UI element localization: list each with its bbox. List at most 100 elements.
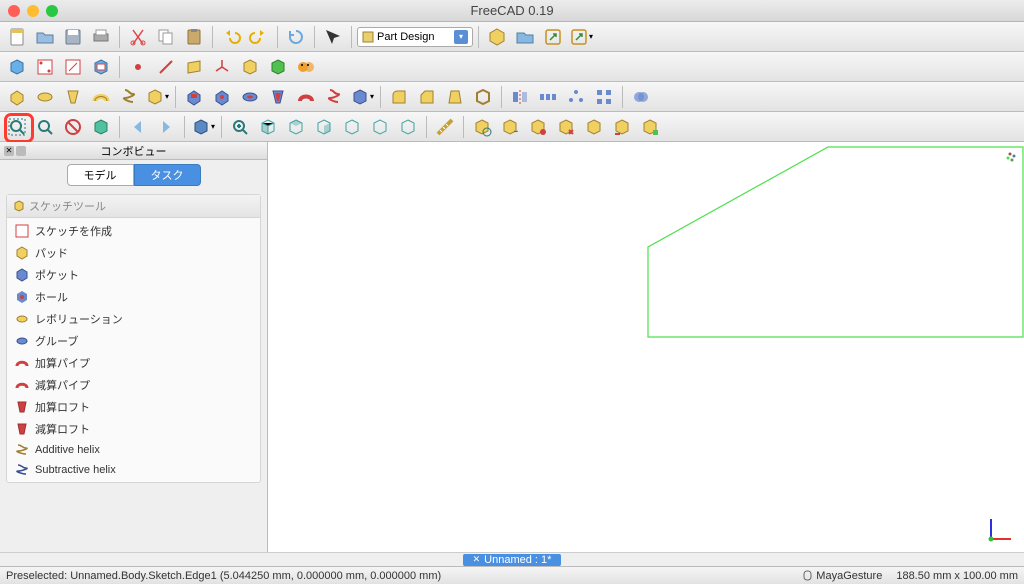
task-item-label: ポケット: [35, 267, 79, 283]
fillet-button[interactable]: [386, 84, 412, 110]
new-file-button[interactable]: [4, 24, 30, 50]
document-tab[interactable]: ✕ Unnamed : 1*: [463, 554, 562, 566]
pocket-button[interactable]: [181, 84, 207, 110]
datum-cs-button[interactable]: [209, 54, 235, 80]
paste-button[interactable]: [181, 24, 207, 50]
task-item-sketch[interactable]: スケッチを作成: [7, 220, 260, 242]
link-actions-button[interactable]: ▾: [568, 24, 594, 50]
task-item-sub-helix[interactable]: Subtractive helix: [7, 460, 260, 480]
additive-loft-button[interactable]: [60, 84, 86, 110]
draft-button[interactable]: [442, 84, 468, 110]
panel-close-icon[interactable]: ✕: [4, 146, 14, 156]
datum-point-button[interactable]: [125, 54, 151, 80]
datum-line-button[interactable]: [153, 54, 179, 80]
tab-model[interactable]: モデル: [67, 164, 134, 186]
measure-refresh-button[interactable]: [525, 114, 551, 140]
measure-toggle-delta-button[interactable]: [637, 114, 663, 140]
task-item-sub-pipe[interactable]: 減算パイプ: [7, 374, 260, 396]
subtractive-loft-button[interactable]: [265, 84, 291, 110]
zoom-in-button[interactable]: [227, 114, 253, 140]
draw-style-button[interactable]: [60, 114, 86, 140]
panel-float-icon[interactable]: [16, 146, 26, 156]
datum-plane-button[interactable]: [181, 54, 207, 80]
workbench-selector[interactable]: Part Design ▾: [357, 27, 473, 47]
task-item-revolution[interactable]: レボリューション: [7, 308, 260, 330]
print-button[interactable]: [88, 24, 114, 50]
additive-primitive-button[interactable]: ▾: [144, 84, 170, 110]
group-button[interactable]: [512, 24, 538, 50]
measure-distance-button[interactable]: [432, 114, 458, 140]
view-front-button[interactable]: [255, 114, 281, 140]
task-item-pad[interactable]: パッド: [7, 242, 260, 264]
view-right-button[interactable]: [311, 114, 337, 140]
task-item-hole[interactable]: ホール: [7, 286, 260, 308]
view-rear-button[interactable]: [339, 114, 365, 140]
multitransform-button[interactable]: [591, 84, 617, 110]
3d-viewport[interactable]: [268, 142, 1024, 552]
thickness-button[interactable]: [470, 84, 496, 110]
measure-angular-button[interactable]: [497, 114, 523, 140]
subshape-binder-button[interactable]: [265, 54, 291, 80]
measure-linear-button[interactable]: [469, 114, 495, 140]
task-section-header[interactable]: スケッチツール: [7, 195, 260, 218]
task-item-add-helix[interactable]: Additive helix: [7, 440, 260, 460]
body-button[interactable]: [4, 54, 30, 80]
copy-button[interactable]: [153, 24, 179, 50]
boolean-button[interactable]: [628, 84, 654, 110]
chamfer-button[interactable]: [414, 84, 440, 110]
subtractive-primitive-button[interactable]: ▾: [349, 84, 375, 110]
clone-button[interactable]: [293, 54, 319, 80]
nav-style-indicator[interactable]: MayaGesture: [802, 570, 882, 582]
task-item-add-pipe[interactable]: 加算パイプ: [7, 352, 260, 374]
link-make-button[interactable]: [540, 24, 566, 50]
view-left-button[interactable]: [395, 114, 421, 140]
revolution-button[interactable]: [32, 84, 58, 110]
nav-cube-icon[interactable]: [988, 148, 1018, 168]
shape-binder-button[interactable]: [237, 54, 263, 80]
task-item-add-loft[interactable]: 加算ロフト: [7, 396, 260, 418]
fit-all-button[interactable]: [4, 114, 30, 140]
pad-button[interactable]: [4, 84, 30, 110]
revolution-icon: [15, 312, 29, 326]
sub-pipe-icon: [15, 378, 29, 392]
subtractive-pipe-button[interactable]: [293, 84, 319, 110]
cube-icon: [13, 200, 25, 212]
tab-task[interactable]: タスク: [134, 164, 201, 186]
mirror-button[interactable]: [507, 84, 533, 110]
whats-this-button[interactable]: [320, 24, 346, 50]
linear-pattern-button[interactable]: [535, 84, 561, 110]
refresh-button[interactable]: [283, 24, 309, 50]
bounding-box-button[interactable]: [88, 114, 114, 140]
view-top-button[interactable]: [283, 114, 309, 140]
additive-pipe-button[interactable]: [88, 84, 114, 110]
isometric-button[interactable]: ▾: [190, 114, 216, 140]
fit-selection-button[interactable]: [32, 114, 58, 140]
task-item-pocket[interactable]: ポケット: [7, 264, 260, 286]
polar-pattern-button[interactable]: [563, 84, 589, 110]
groove-icon: [15, 334, 29, 348]
part-button[interactable]: [484, 24, 510, 50]
groove-button[interactable]: [237, 84, 263, 110]
nav-back-button[interactable]: [125, 114, 151, 140]
save-button[interactable]: [60, 24, 86, 50]
view-bottom-button[interactable]: [367, 114, 393, 140]
nav-forward-button[interactable]: [153, 114, 179, 140]
task-item-sub-loft[interactable]: 減算ロフト: [7, 418, 260, 440]
measure-clear-button[interactable]: [553, 114, 579, 140]
redo-button[interactable]: [246, 24, 272, 50]
new-sketch-button[interactable]: [32, 54, 58, 80]
map-sketch-button[interactable]: [88, 54, 114, 80]
combo-view-panel: ✕ コンボビュー モデル タスク スケッチツール スケッチを作成パッドポケットホ…: [0, 142, 268, 552]
cut-button[interactable]: [125, 24, 151, 50]
additive-helix-button[interactable]: [116, 84, 142, 110]
open-file-button[interactable]: [32, 24, 58, 50]
tab-close-icon[interactable]: ✕: [473, 554, 481, 565]
edit-sketch-button[interactable]: [60, 54, 86, 80]
hole-button[interactable]: [209, 84, 235, 110]
measure-toggle-3d-button[interactable]: [609, 114, 635, 140]
measure-toggle-all-button[interactable]: [581, 114, 607, 140]
subtractive-helix-button[interactable]: [321, 84, 347, 110]
task-item-groove[interactable]: グルーブ: [7, 330, 260, 352]
undo-button[interactable]: [218, 24, 244, 50]
add-loft-icon: [15, 400, 29, 414]
